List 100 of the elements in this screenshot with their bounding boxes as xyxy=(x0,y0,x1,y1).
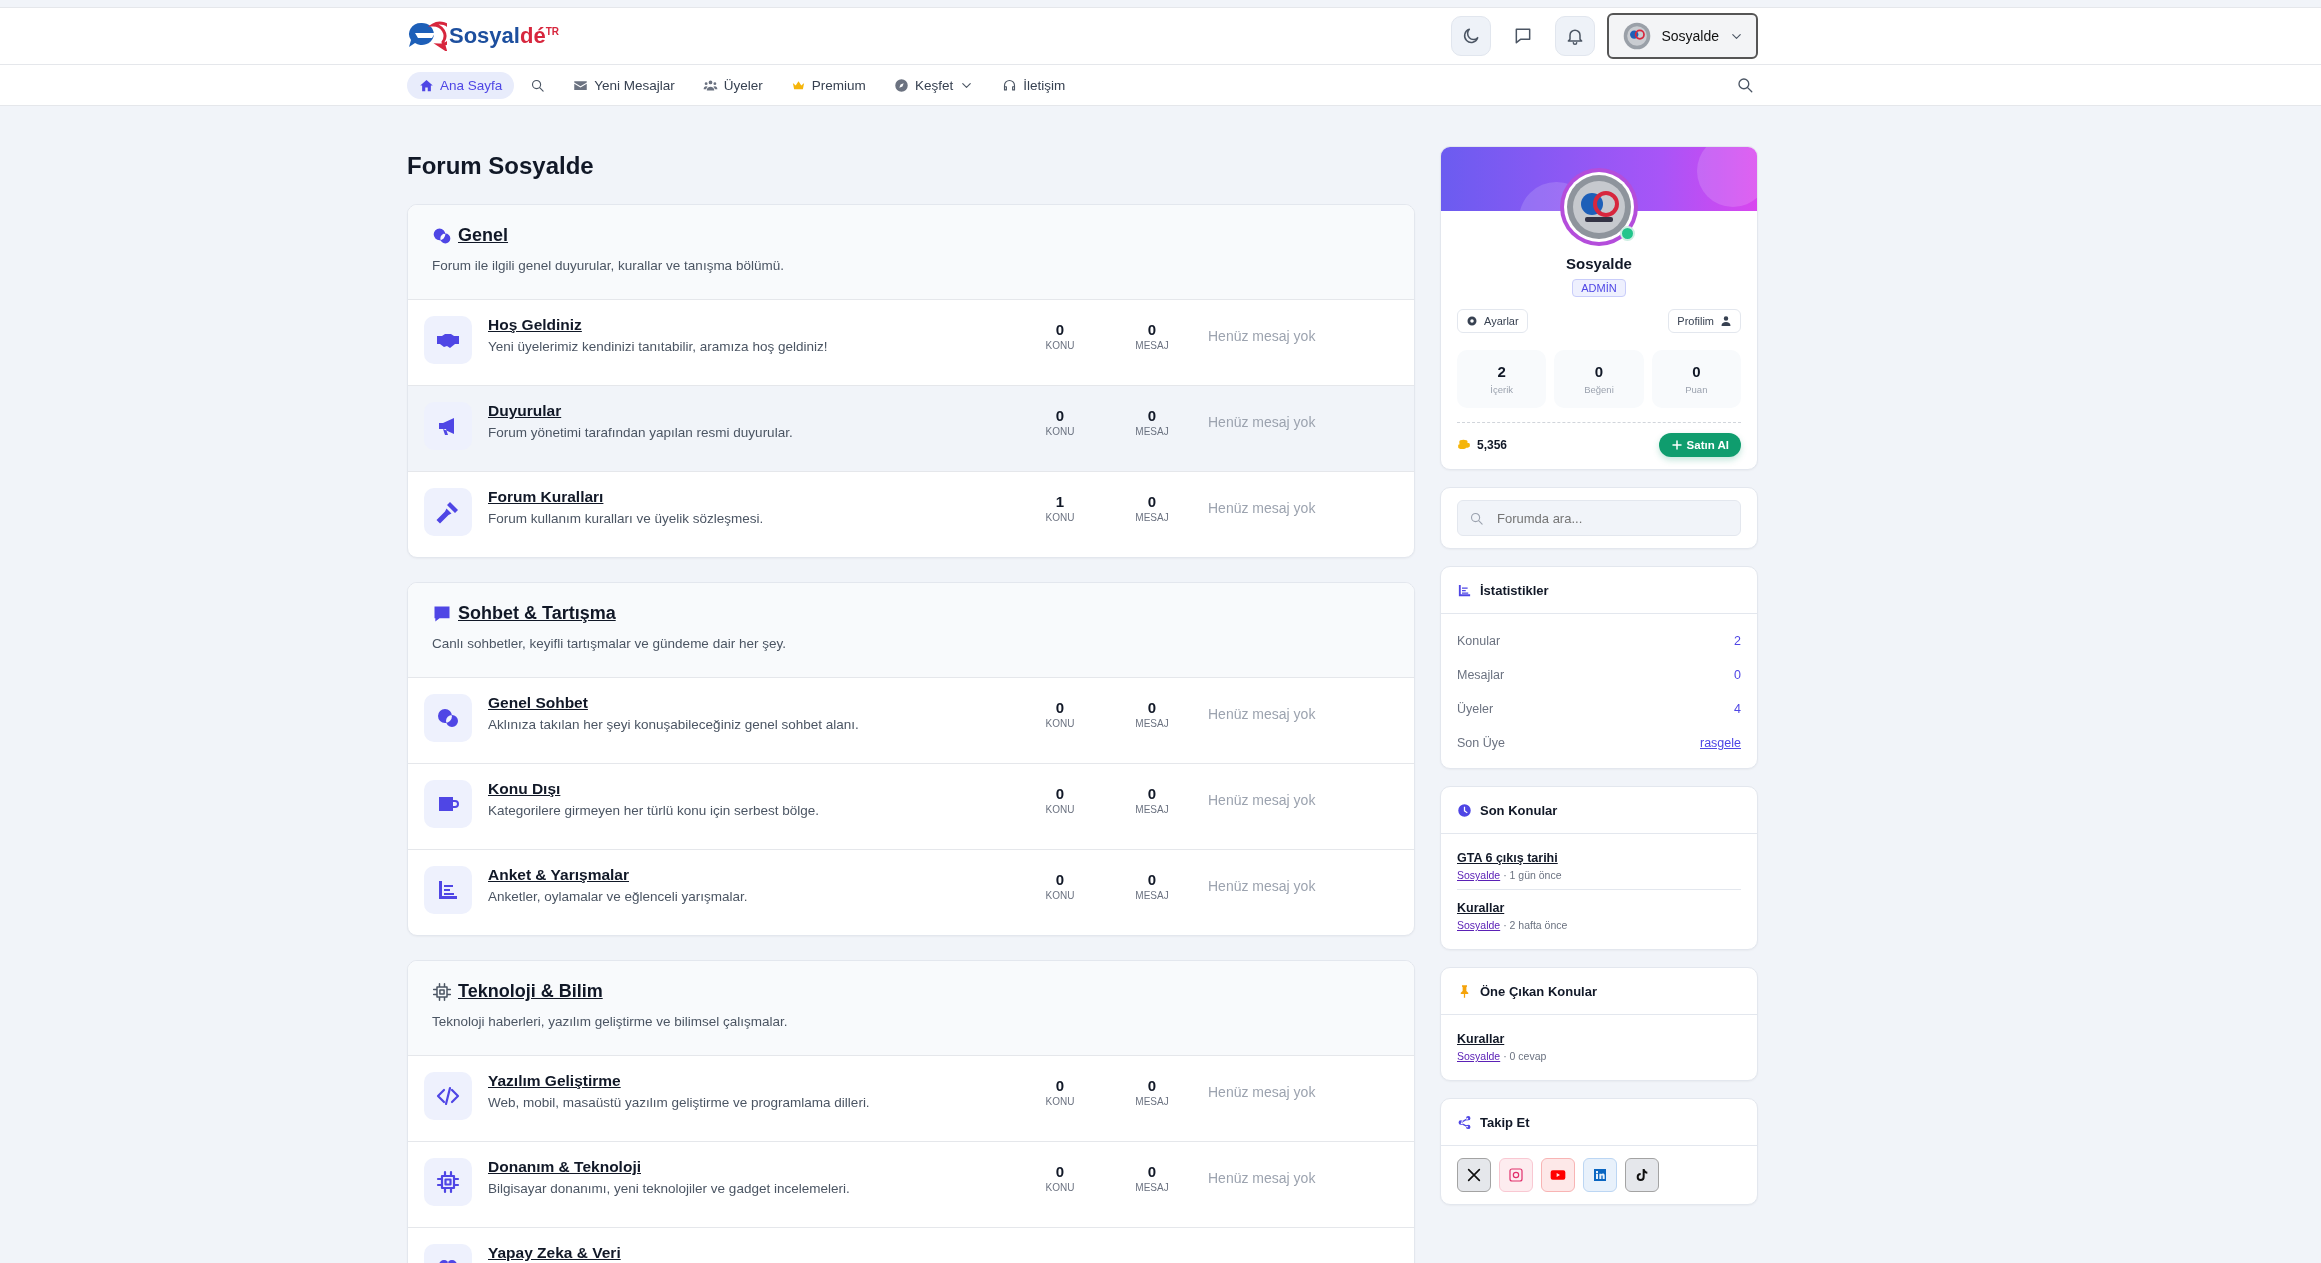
stat-value: 4 xyxy=(1734,702,1741,716)
count-label: MESAJ xyxy=(1135,1096,1169,1107)
topic-count: 0 xyxy=(1055,699,1065,716)
nav-link[interactable]: Ana Sayfa xyxy=(407,71,515,99)
forum-title[interactable]: Forum Kuralları xyxy=(488,488,1014,506)
last-post: Henüz mesaj yok xyxy=(1208,1170,1316,1186)
topic-count: 0 xyxy=(1055,1077,1065,1094)
avatar-icon xyxy=(1559,167,1639,247)
share-icon xyxy=(1457,1114,1472,1130)
category-title[interactable]: Genel xyxy=(432,225,509,246)
nav-link[interactable]: Üyeler xyxy=(690,71,775,99)
author-link[interactable]: Sosyalde xyxy=(1457,919,1501,931)
forum-row[interactable]: Donanım & Teknoloji Bilgisayar donanımı, yeni teknolojiler ve gadget incelemeleri. 0 KONU 0 MESAJ Henüz mesaj yok xyxy=(408,1141,1414,1227)
code-icon xyxy=(436,1084,460,1108)
count-label: KONU xyxy=(1045,1096,1075,1107)
compass-icon xyxy=(893,77,909,93)
author-link[interactable]: Sosyalde xyxy=(1457,869,1501,881)
count-label: MESAJ xyxy=(1135,340,1169,351)
forum-title[interactable]: Yapay Zeka & Veri xyxy=(488,1244,1014,1262)
count-label: MESAJ xyxy=(1135,890,1169,901)
logo-icon xyxy=(407,21,447,51)
search-icon[interactable] xyxy=(1736,76,1754,94)
forum-description: Yeni üyelerimiz kendinizi tanıtabilir, aramıza hoş geldiniz! xyxy=(488,339,829,354)
topic-meta: · 0 cevap xyxy=(1503,1050,1547,1062)
settings-icon xyxy=(1466,315,1478,327)
forum-description: Kategorilere girmeyen her türlü konu için serbest bölge. xyxy=(488,803,820,818)
last-post: Henüz mesaj yok xyxy=(1208,792,1316,808)
widget-title: Son Konular xyxy=(1480,802,1558,818)
message-count: 0 xyxy=(1147,1163,1157,1180)
role-badge: ADMİN xyxy=(1572,279,1626,297)
message-count: 0 xyxy=(1147,407,1157,424)
stat-label: Son Üye xyxy=(1457,736,1505,750)
chart-icon xyxy=(1457,582,1472,598)
widget-title: Takip Et xyxy=(1480,1114,1530,1130)
widget-title: İstatistikler xyxy=(1480,582,1549,598)
category-description: Canlı sohbetler, keyifli tartışmalar ve gündeme dair her şey. xyxy=(432,635,787,651)
forum-title[interactable]: Yazılım Geliştirme xyxy=(488,1072,1014,1090)
message-count: 0 xyxy=(1147,1077,1157,1094)
category-description: Teknoloji haberleri, yazılım geliştirme ve bilimsel çalışmalar. xyxy=(432,1013,789,1029)
topic-count: 0 xyxy=(1055,785,1065,802)
search-field[interactable]: Forumda ara... xyxy=(1457,500,1741,536)
forum-title[interactable]: Anket & Yarışmalar xyxy=(488,866,1014,884)
forum-description: Forum kullanım kuralları ve üyelik sözleşmesi. xyxy=(488,511,765,526)
notifications-button[interactable] xyxy=(1555,16,1596,56)
count-label: MESAJ xyxy=(1135,426,1169,437)
forum-title[interactable]: Donanım & Teknoloji xyxy=(488,1158,1014,1176)
last-post: Henüz mesaj yok xyxy=(1208,706,1316,722)
forum-description: Aklınıza takılan her şeyi konuşabileceğiniz genel sohbet alanı. xyxy=(488,717,860,732)
forum-title[interactable]: Hoş Geldiniz xyxy=(488,316,1014,334)
nav-link[interactable]: Premium xyxy=(778,71,878,99)
avatar-icon xyxy=(1623,22,1652,50)
forum-row[interactable]: Yazılım Geliştirme Web, mobil, masaüstü yazılım geliştirme ve programlama dilleri. 0 KONU 0 MESAJ Henüz mesaj yok xyxy=(408,1055,1414,1141)
stat-label: Beğeni xyxy=(1584,384,1614,395)
page-title: Forum Sosyalde xyxy=(407,152,595,180)
category-title[interactable]: Teknoloji & Bilim xyxy=(432,981,603,1002)
profile-name: Sosyalde xyxy=(1565,255,1633,272)
count-label: MESAJ xyxy=(1135,512,1169,523)
forum-row[interactable]: Genel Sohbet Aklınıza takılan her şeyi konuşabileceğiniz genel sohbet alanı. 0 KONU 0 MESAJ Henüz mesaj yok xyxy=(408,677,1414,763)
headset-icon xyxy=(1002,77,1018,93)
topic-link[interactable]: GTA 6 çıkış tarihi xyxy=(1457,851,1558,865)
message-count: 0 xyxy=(1147,699,1157,716)
social-link[interactable] xyxy=(1457,1158,1491,1192)
forum-row[interactable]: Anket & Yarışmalar Anketler, oylamalar ve eğlenceli yarışmalar. 0 KONU 0 MESAJ Henüz mesaj yok xyxy=(408,849,1414,935)
count-label: KONU xyxy=(1045,426,1075,437)
forum-title[interactable]: Duyurular xyxy=(488,402,1014,420)
nav-link[interactable]: Keşfet xyxy=(881,71,987,99)
stat-label: Mesajlar xyxy=(1457,668,1505,682)
message-count: 0 xyxy=(1147,321,1157,338)
forum-title[interactable]: Konu Dışı xyxy=(488,780,1014,798)
forum-title[interactable]: Genel Sohbet xyxy=(488,694,1014,712)
stat-label: Puan xyxy=(1685,384,1708,395)
forum-description: Bilgisayar donanımı, yeni teknolojiler ve gadget incelemeleri. xyxy=(488,1181,851,1196)
user-menu-button[interactable]: Sosyalde xyxy=(1607,13,1758,59)
topic-link[interactable]: Kurallar xyxy=(1457,901,1505,915)
logo-text[interactable]: Sosyaldé$^{TR}$ xyxy=(449,23,559,49)
theme-toggle-button[interactable] xyxy=(1451,16,1492,56)
forum-row[interactable]: Duyurular Forum yönetimi tarafından yapılan resmi duyurular. 0 KONU 0 MESAJ Henüz mesaj yok xyxy=(408,385,1414,471)
music-note-icon xyxy=(1634,1167,1650,1183)
chart-icon xyxy=(436,878,460,902)
profile-button[interactable]: Profilim xyxy=(1668,309,1741,333)
count-label: KONU xyxy=(1045,1182,1075,1193)
widget-title: Öne Çıkan Konular xyxy=(1480,983,1598,999)
play-icon xyxy=(1550,1167,1566,1183)
forum-row[interactable]: Konu Dışı Kategorilere girmeyen her türlü konu için serbest bölge. 0 KONU 0 MESAJ Henüz mesaj yok xyxy=(408,763,1414,849)
x-logo-icon xyxy=(1466,1167,1482,1183)
member-link[interactable]: rasgele xyxy=(1700,736,1741,750)
topic-link[interactable]: Kurallar xyxy=(1457,1032,1505,1046)
forum-row[interactable]: Forum Kuralları Forum kullanım kuralları ve üyelik sözleşmesi. 1 KONU 0 MESAJ Henüz mesaj yok xyxy=(408,471,1414,557)
forum-row[interactable]: Yapay Zeka & Veri xyxy=(408,1227,1414,1263)
count-label: KONU xyxy=(1045,340,1075,351)
author-link[interactable]: Sosyalde xyxy=(1457,1050,1501,1062)
social-link[interactable] xyxy=(1625,1158,1659,1192)
nav-link[interactable]: İletişim xyxy=(990,71,1078,99)
clock-icon xyxy=(1457,802,1472,818)
nav-link[interactable]: Yeni Mesajlar xyxy=(561,71,687,99)
stat-label: Konular xyxy=(1457,634,1501,648)
settings-button[interactable]: Ayarlar xyxy=(1457,309,1528,333)
topic-meta: · 1 gün önce xyxy=(1503,869,1562,881)
plus-icon xyxy=(1670,439,1683,451)
category-title[interactable]: Sohbet & Tartışma xyxy=(432,603,616,624)
